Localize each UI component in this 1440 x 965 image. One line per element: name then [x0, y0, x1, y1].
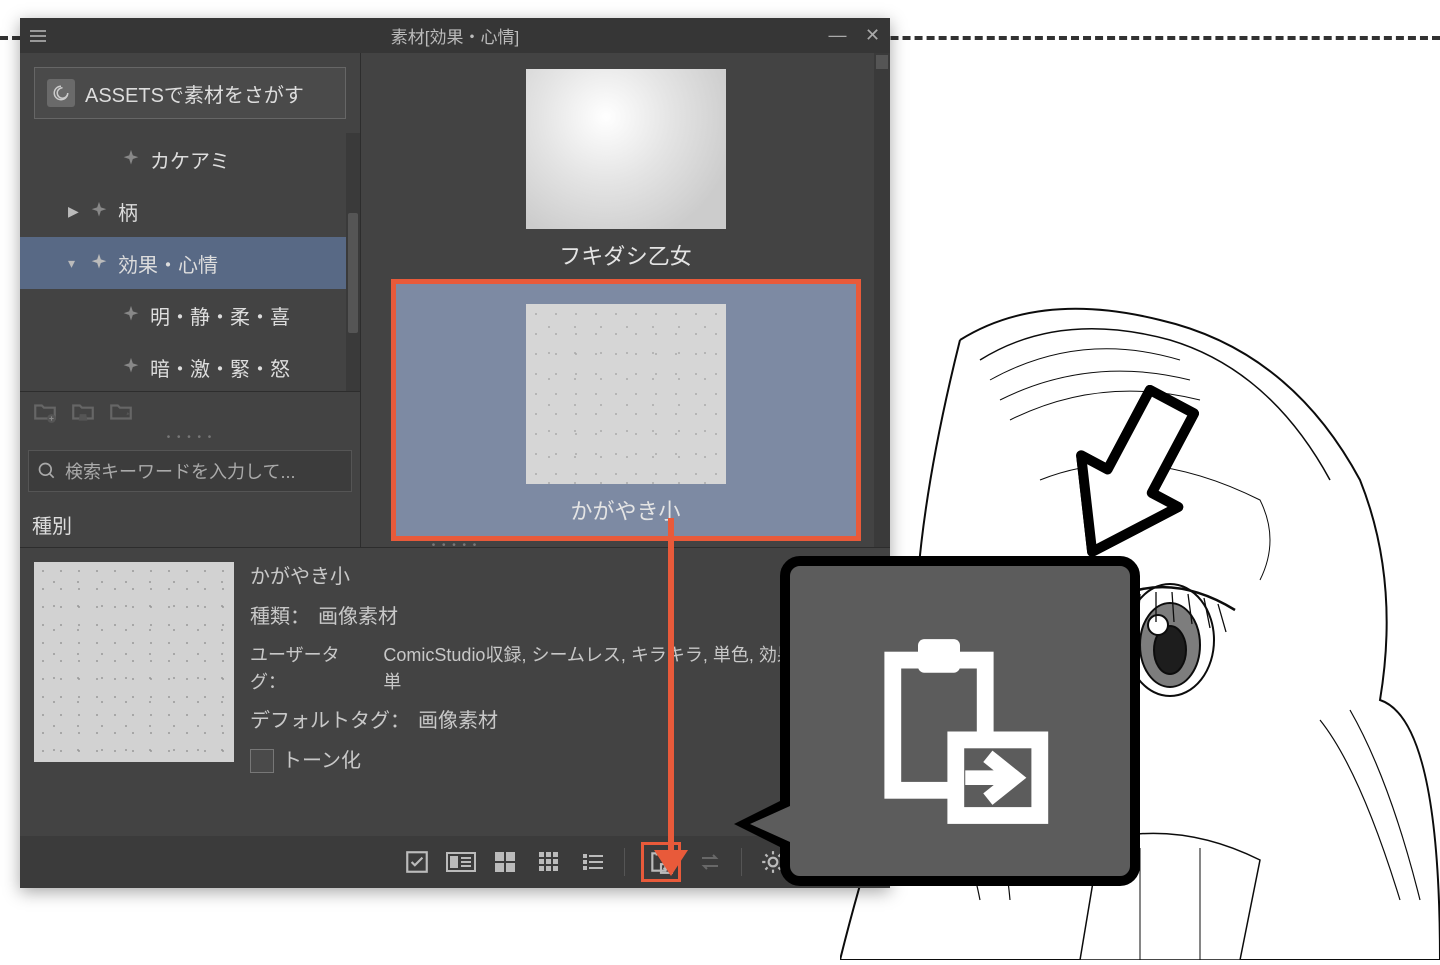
paste-icon-large	[855, 627, 1065, 837]
tree-label: カケアミ	[150, 145, 230, 174]
tree-item-effect[interactable]: ▾ 効果・心情	[20, 237, 360, 289]
view-detail-icon[interactable]	[446, 847, 476, 877]
folder-toolbar	[20, 391, 360, 432]
gallery-item[interactable]: フキダシ乙女	[396, 69, 856, 271]
thumbnail	[526, 304, 726, 484]
sparkle-icon	[88, 252, 110, 274]
tree-scrollbar[interactable]	[346, 133, 360, 391]
hamburger-menu-button[interactable]	[20, 18, 55, 53]
tree-label: 柄	[118, 197, 138, 226]
tree-item-dark[interactable]: 暗・激・緊・怒	[20, 341, 360, 391]
tree-label: 明・静・柔・喜	[150, 301, 290, 330]
resize-handle[interactable]: • • • • •	[432, 540, 479, 551]
chevron-right-icon: ▶	[68, 203, 79, 220]
tree-label: 暗・激・緊・怒	[150, 353, 290, 382]
gallery-item-selected[interactable]: かがやき小	[391, 279, 861, 541]
kind-label: 種別	[20, 502, 360, 547]
search-icon	[37, 461, 57, 481]
assets-search-button[interactable]: ASSETSで素材をさがす	[34, 67, 346, 119]
select-area-icon[interactable]	[402, 847, 432, 877]
annotation-arrow-head	[654, 850, 688, 876]
folder-delete-icon[interactable]	[70, 399, 96, 425]
detail-thumbnail	[34, 562, 234, 762]
view-small-grid-icon[interactable]	[534, 847, 564, 877]
folder-edit-icon[interactable]	[108, 399, 134, 425]
separator	[741, 848, 742, 876]
sparkle-icon	[120, 148, 142, 170]
detail-pane: • • • • • かがやき小 種類：画像素材 ユーザータグ：ComicStud…	[20, 547, 890, 836]
tree-item-truncated[interactable]: カケアミ	[20, 133, 360, 185]
tree-item-light[interactable]: 明・静・柔・喜	[20, 289, 360, 341]
assets-swirl-icon	[47, 79, 75, 107]
separator	[624, 848, 625, 876]
callout-bubble	[780, 556, 1140, 886]
close-button[interactable]: ✕	[855, 18, 890, 53]
annotation-arrow-line	[668, 518, 674, 856]
resize-handle[interactable]: • • • • •	[20, 432, 360, 446]
gallery-scrollbar[interactable]	[874, 53, 890, 547]
detail-deftag-value: 画像素材	[418, 706, 498, 736]
view-list-icon[interactable]	[578, 847, 608, 877]
detail-type-label: 種類：	[250, 602, 310, 632]
gallery-item-label: かがやき小	[570, 494, 680, 526]
titlebar: 素材[効果・心情] — ✕	[20, 18, 890, 53]
view-large-grid-icon[interactable]	[490, 847, 520, 877]
search-placeholder: 検索キーワードを入力して...	[65, 458, 295, 484]
swap-icon	[695, 847, 725, 877]
material-gallery: フキダシ乙女 かがやき小	[361, 53, 890, 547]
sparkle-icon	[120, 304, 142, 326]
thumbnail	[526, 69, 726, 229]
tree-label: 効果・心情	[118, 249, 218, 278]
folder-add-icon[interactable]	[32, 399, 58, 425]
material-panel: 素材[効果・心情] — ✕ ASSETSで素材をさがす カケアミ ▶	[20, 18, 890, 888]
sparkle-icon	[120, 356, 142, 378]
annotation-pointer-arrow	[1040, 380, 1210, 605]
callout-tail	[734, 796, 790, 852]
sidebar: ASSETSで素材をさがす カケアミ ▶ 柄 ▾ 効果・心情	[20, 53, 361, 547]
gallery-item-label: フキダシ乙女	[559, 239, 691, 271]
sparkle-icon	[88, 200, 110, 222]
content-pane: フキダシ乙女 かがやき小	[361, 53, 890, 547]
folder-tree: カケアミ ▶ 柄 ▾ 効果・心情 明・静・柔・喜	[20, 133, 360, 391]
tone-label: トーン化	[282, 746, 361, 776]
search-input[interactable]: 検索キーワードを入力して...	[28, 450, 352, 492]
detail-type-value: 画像素材	[318, 602, 398, 632]
window-title: 素材[効果・心情]	[391, 23, 519, 48]
assets-button-label: ASSETSで素材をさがす	[85, 79, 304, 108]
chevron-down-icon: ▾	[68, 255, 75, 272]
tree-item-pattern[interactable]: ▶ 柄	[20, 185, 360, 237]
tone-checkbox[interactable]	[250, 749, 274, 773]
detail-deftag-label: デフォルトタグ：	[250, 706, 410, 736]
detail-usertag-label: ユーザータグ：	[250, 642, 375, 696]
minimize-button[interactable]: —	[820, 18, 855, 53]
